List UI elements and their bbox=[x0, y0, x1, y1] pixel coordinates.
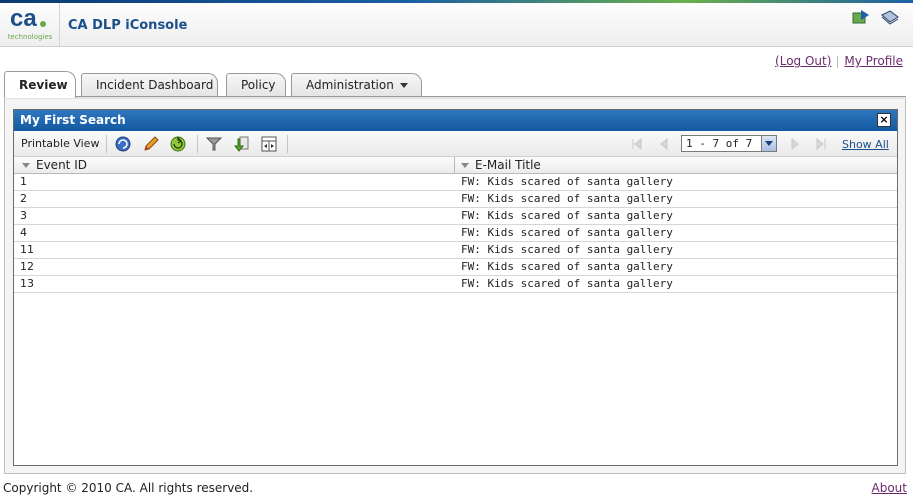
event-id-cell: 2 bbox=[20, 192, 27, 205]
page-range-value: 1 - 7 of 7 bbox=[686, 137, 753, 150]
table-row[interactable]: 11 FW: Kids scared of santa gallery bbox=[14, 242, 897, 259]
results-toolbar: Printable View 1 - 7 of 7 Show All bbox=[14, 131, 897, 157]
ca-logo-letters: ca bbox=[10, 5, 37, 31]
chevron-down-icon bbox=[761, 136, 776, 151]
table-row[interactable]: 4 FW: Kids scared of santa gallery bbox=[14, 225, 897, 242]
copyright-text: Copyright © 2010 CA. All rights reserved… bbox=[3, 481, 254, 495]
toolbar-separator bbox=[106, 135, 107, 153]
download-arrow-icon[interactable] bbox=[851, 9, 871, 25]
tab-policy[interactable]: Policy bbox=[226, 73, 286, 97]
email-title-cell: FW: Kids scared of santa gallery bbox=[461, 192, 673, 205]
app-title: CA DLP iConsole bbox=[68, 18, 188, 33]
tab-review[interactable]: Review bbox=[4, 71, 76, 98]
about-link[interactable]: About bbox=[872, 481, 907, 495]
event-id-cell: 11 bbox=[20, 243, 34, 256]
tab-administration[interactable]: Administration bbox=[291, 73, 422, 97]
panel-title: My First Search bbox=[20, 113, 126, 127]
event-id-cell: 13 bbox=[20, 277, 34, 290]
page-range-select[interactable]: 1 - 7 of 7 bbox=[681, 135, 777, 152]
first-page-icon[interactable] bbox=[631, 138, 643, 150]
event-id-cell: 12 bbox=[20, 260, 34, 273]
email-title-cell: FW: Kids scared of santa gallery bbox=[461, 226, 673, 239]
table-row[interactable]: 13 FW: Kids scared of santa gallery bbox=[14, 276, 897, 293]
column-header-event-id[interactable]: Event ID bbox=[16, 157, 87, 173]
main-tabs: Review Incident Dashboard Policy Adminis… bbox=[4, 71, 424, 98]
table-header: Event ID E-Mail Title bbox=[14, 157, 897, 174]
app-header: ca technologies CA DLP iConsole bbox=[0, 3, 913, 47]
reload-icon[interactable] bbox=[169, 135, 187, 153]
sort-icon bbox=[461, 163, 469, 168]
table-row[interactable]: 12 FW: Kids scared of santa gallery bbox=[14, 259, 897, 276]
toolbar-separator bbox=[197, 135, 198, 153]
toolbar-separator bbox=[287, 135, 288, 153]
table-row[interactable]: 3 FW: Kids scared of santa gallery bbox=[14, 208, 897, 225]
book-icon[interactable] bbox=[880, 9, 900, 25]
event-id-cell: 1 bbox=[20, 175, 27, 188]
chevron-down-icon bbox=[399, 83, 408, 88]
logout-link[interactable]: (Log Out) bbox=[775, 54, 831, 68]
printable-view-button[interactable]: Printable View bbox=[21, 137, 99, 150]
filter-icon[interactable] bbox=[205, 135, 223, 153]
event-id-cell: 4 bbox=[20, 226, 27, 239]
ca-logo-mark: ca bbox=[10, 5, 46, 31]
event-id-cell: 3 bbox=[20, 209, 27, 222]
email-title-cell: FW: Kids scared of santa gallery bbox=[461, 175, 673, 188]
table-row[interactable]: 2 FW: Kids scared of santa gallery bbox=[14, 191, 897, 208]
ca-logo: ca technologies bbox=[0, 3, 60, 47]
previous-page-icon[interactable] bbox=[658, 138, 670, 150]
email-title-cell: FW: Kids scared of santa gallery bbox=[461, 243, 673, 256]
email-title-cell: FW: Kids scared of santa gallery bbox=[461, 260, 673, 273]
next-page-icon[interactable] bbox=[789, 138, 801, 150]
close-button[interactable]: × bbox=[877, 113, 891, 127]
link-separator bbox=[837, 55, 839, 68]
search-results-panel: My First Search × Printable View 1 - 7 o… bbox=[13, 109, 898, 466]
show-all-link[interactable]: Show All bbox=[842, 138, 889, 151]
export-icon[interactable] bbox=[232, 135, 250, 153]
table-row[interactable]: 1 FW: Kids scared of santa gallery bbox=[14, 174, 897, 191]
columns-icon[interactable] bbox=[260, 135, 278, 153]
email-title-cell: FW: Kids scared of santa gallery bbox=[461, 277, 673, 290]
ca-logo-subtitle: technologies bbox=[7, 33, 53, 41]
panel-title-bar: My First Search × bbox=[14, 110, 897, 131]
column-header-email-title[interactable]: E-Mail Title bbox=[455, 157, 541, 173]
edit-pencil-icon[interactable] bbox=[142, 135, 160, 153]
tab-incident-dashboard[interactable]: Incident Dashboard bbox=[81, 73, 218, 97]
my-profile-link[interactable]: My Profile bbox=[844, 54, 903, 68]
sort-icon bbox=[22, 163, 30, 168]
last-page-icon[interactable] bbox=[815, 138, 827, 150]
email-title-cell: FW: Kids scared of santa gallery bbox=[461, 209, 673, 222]
user-links: (Log Out) My Profile bbox=[775, 54, 903, 68]
refresh-icon[interactable] bbox=[114, 135, 132, 153]
